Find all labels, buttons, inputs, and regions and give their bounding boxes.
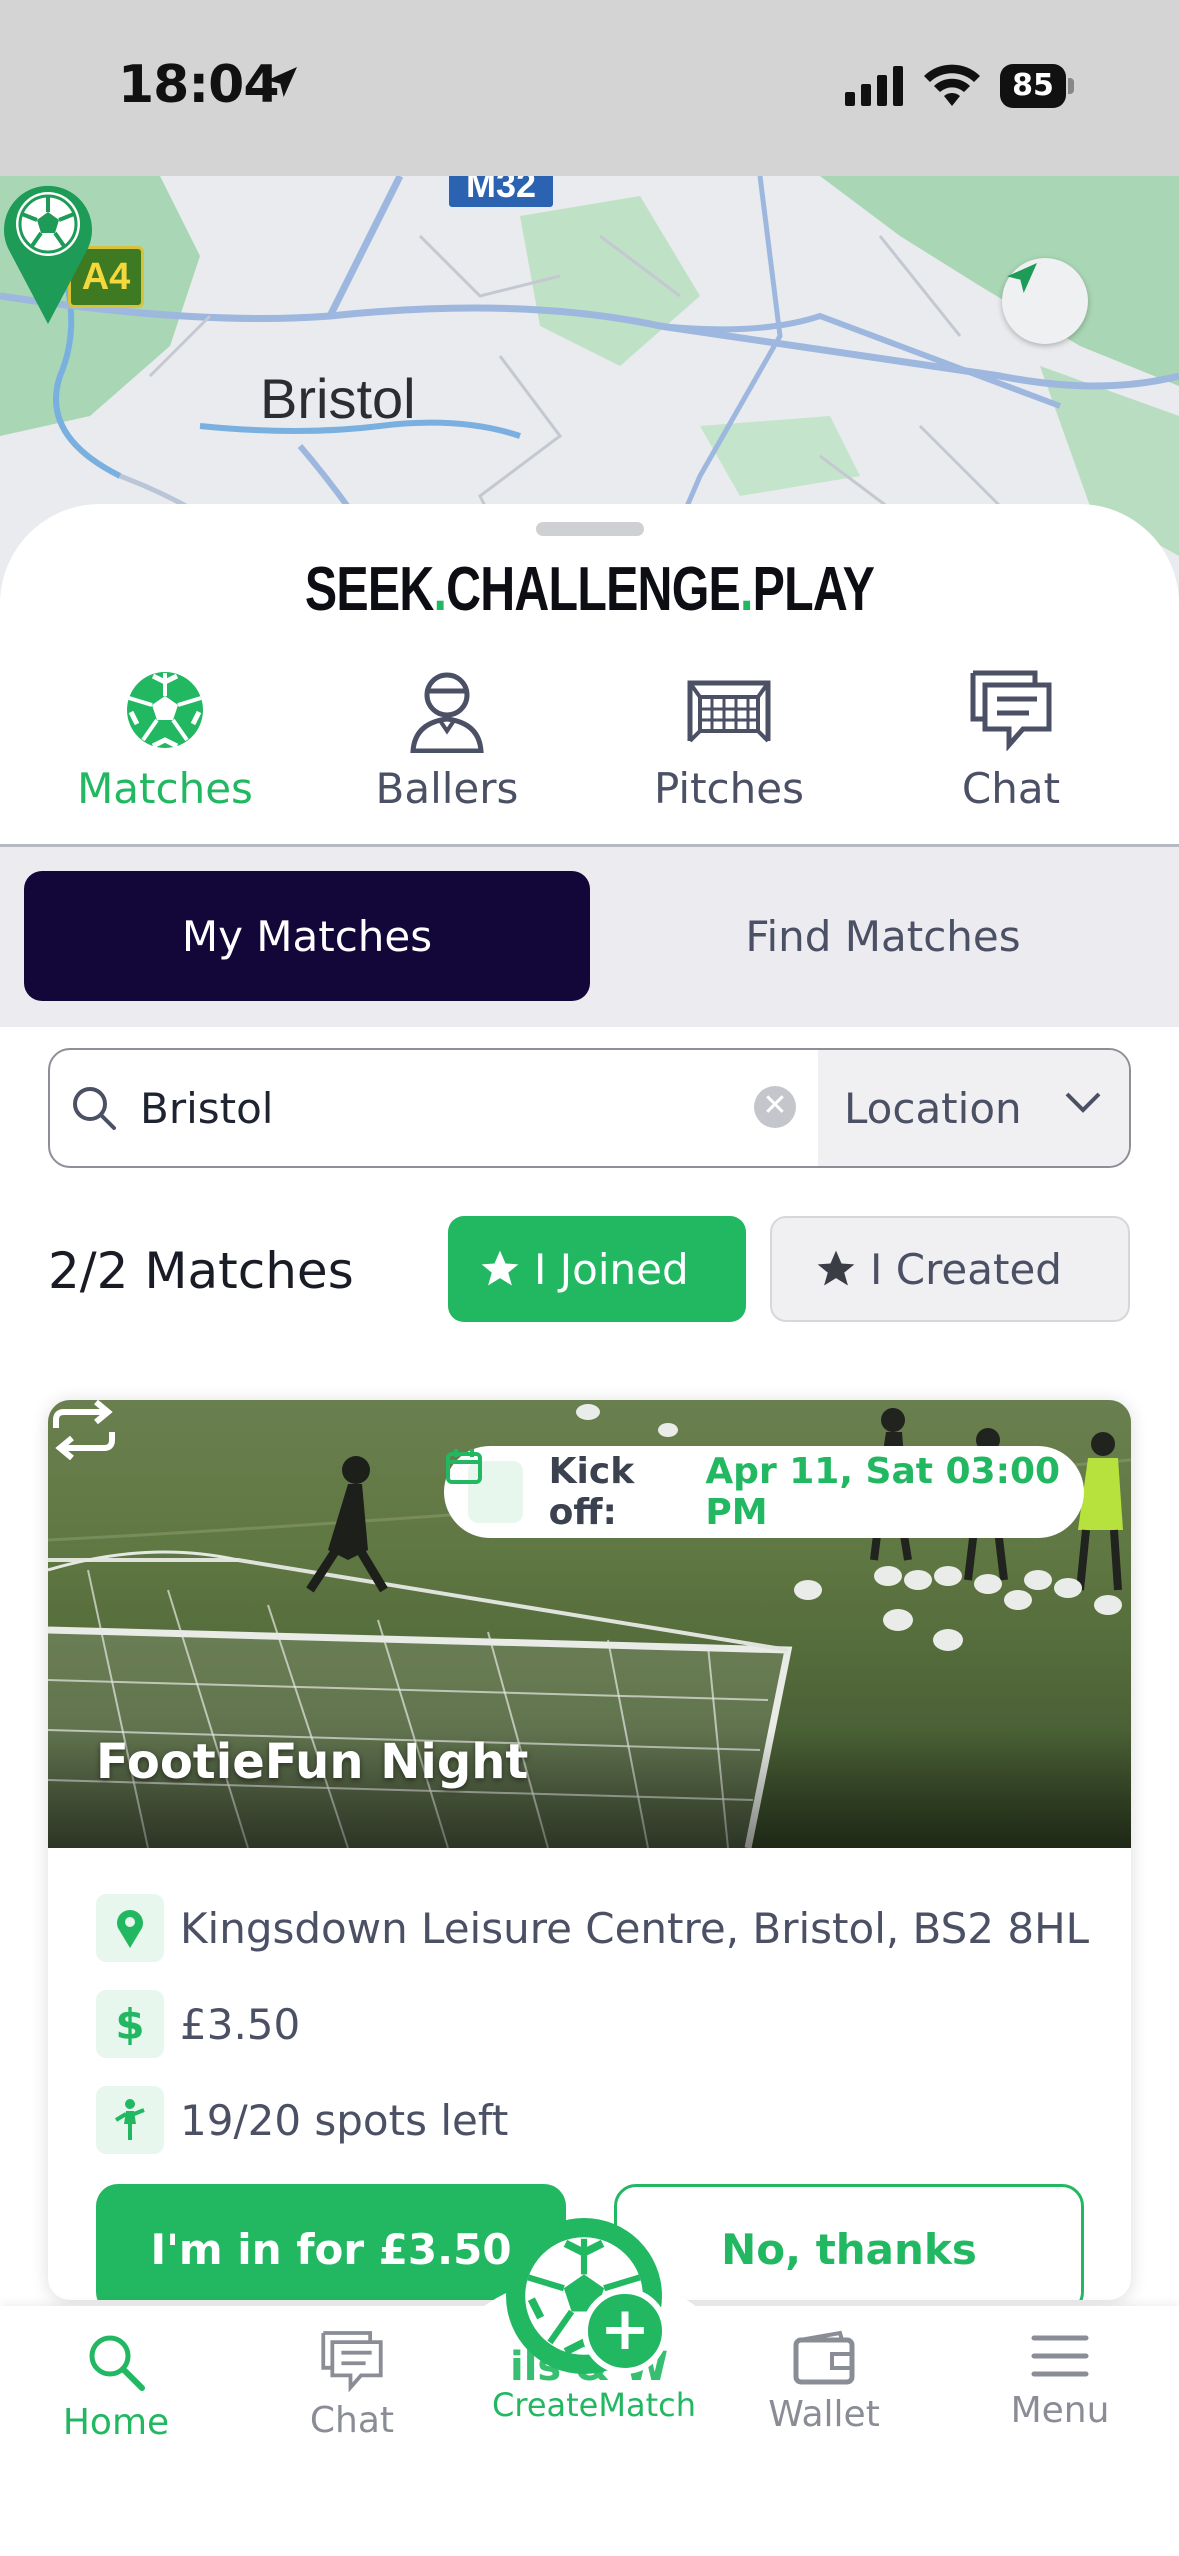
plus-icon: + [582,2288,668,2374]
location-filter-select[interactable]: Location [818,1050,1129,1166]
nav-chat[interactable]: Chat [252,2330,452,2441]
nav-home[interactable]: Home [16,2330,216,2443]
kickoff-label: Kick off: [548,1451,635,1533]
tab-ballers-label: Ballers [375,764,519,813]
sheet-grabber[interactable] [536,522,644,536]
search-bar: ✕ Location [48,1048,1131,1168]
my-matches-segment[interactable]: My Matches [24,871,590,1001]
tab-ballers[interactable]: Ballers [306,664,588,844]
battery-indicator: 85 [1000,64,1074,108]
map-pin-icon [96,1894,164,1962]
road-sign-m32: M32 [446,176,556,210]
joined-filter-chip[interactable]: I Joined [448,1216,746,1322]
join-match-button[interactable]: I'm in for £3.50 [96,2184,566,2300]
status-bar: 18:04 85 [0,0,1179,176]
location-arrow-icon [267,67,297,97]
status-time: 18:04 [118,55,280,115]
match-location-pin-icon[interactable] [0,176,96,326]
wifi-icon [924,64,980,106]
match-segment-control: My Matches Find Matches [0,847,1179,1027]
match-card[interactable]: Kick off: Apr 11, Sat 03:00 PM FootieFun… [48,1400,1131,2300]
tab-chat[interactable]: Chat [870,664,1152,844]
star-icon [481,1250,519,1286]
spots-text: 19/20 spots left [180,2095,509,2145]
battery-level: 85 [1000,64,1066,108]
player-icon [410,672,484,753]
search-icon [89,2335,145,2391]
match-photo: Kick off: Apr 11, Sat 03:00 PM FootieFun… [48,1400,1131,1848]
tab-matches-label: Matches [77,764,253,813]
created-filter-chip[interactable]: I Created [770,1216,1130,1322]
chevron-down-icon [1065,1092,1101,1113]
nav-chat-label: Chat [309,2400,395,2441]
nav-menu[interactable]: Menu [960,2330,1160,2431]
nav-wallet-label: Wallet [768,2394,880,2435]
match-title: FootieFun Night [96,1734,529,1790]
kickoff-badge: Kick off: Apr 11, Sat 03:00 PM [444,1446,1084,1538]
search-icon [73,1087,116,1130]
goal-net-icon [687,680,771,743]
nav-wallet[interactable]: Wallet [724,2330,924,2435]
location-filter-label: Location [844,1083,1022,1133]
nav-home-label: Home [62,2402,170,2443]
search-input[interactable] [140,1050,780,1166]
locate-me-button[interactable] [1002,258,1088,344]
price-row: $ £3.50 [96,1990,300,2058]
venue-row: Kingsdown Leisure Centre, Bristol, BS2 8… [96,1894,1089,1962]
map-city-label: Bristol [260,367,416,430]
nav-menu-label: Menu [1010,2390,1110,2431]
joined-filter-label: I Joined [534,1244,689,1294]
nav-create-label: CreateMatch [492,2386,696,2424]
repeat-icon [53,1400,115,1460]
chat-icon [970,670,1052,751]
clear-search-button[interactable]: ✕ [754,1086,796,1128]
price-text: £3.50 [180,1999,301,2049]
star-icon [817,1250,855,1286]
tab-matches[interactable]: Matches [24,664,306,844]
decline-match-button[interactable]: No, thanks [614,2184,1084,2300]
kickoff-datetime: Apr 11, Sat 03:00 PM [705,1451,1061,1533]
player-kick-icon [96,2086,164,2154]
tab-pitches-label: Pitches [654,764,804,813]
bottom-nav-bar: Home Chat ils & W + CreateMatch Wallet M… [0,2218,1179,2556]
venue-text: Kingsdown Leisure Centre, Bristol, BS2 8… [180,1903,1090,1953]
find-matches-segment[interactable]: Find Matches [600,871,1166,1001]
calendar-icon [446,1449,523,1523]
soccer-ball-icon [127,672,203,749]
created-filter-label: I Created [870,1244,1062,1294]
navigation-arrow-icon [1007,263,1037,293]
hamburger-menu-icon [1031,2335,1089,2377]
match-count: 2/2 Matches [48,1242,354,1300]
tab-pitches[interactable]: Pitches [588,664,870,844]
brand-tagline: SEEK.CHALLENGE.PLAY [304,555,875,624]
spots-row: 19/20 spots left [96,2086,508,2154]
dollar-icon: $ [96,1990,164,2058]
chat-icon [321,2331,383,2392]
signal-icon [845,66,903,106]
wallet-icon [793,2330,855,2385]
tab-chat-label: Chat [961,764,1061,813]
top-tab-bar: Matches Ballers Pitches Chat [0,664,1179,844]
